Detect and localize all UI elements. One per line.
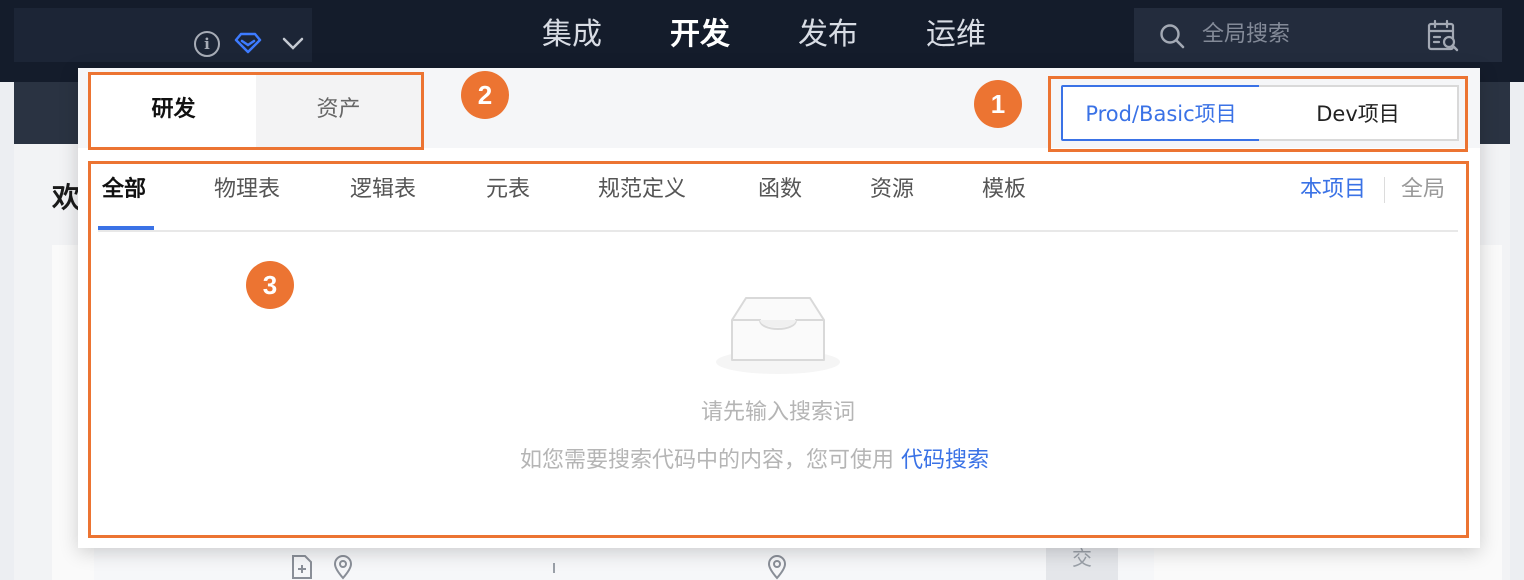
range-current-project[interactable]: 本项目 — [1300, 170, 1366, 210]
nav-development[interactable]: 开发 — [636, 0, 764, 70]
global-search-placeholder: 全局搜索 — [1202, 22, 1291, 47]
type-tab-logical-table[interactable]: 逻辑表 — [350, 170, 416, 210]
type-tab-physical-table[interactable]: 物理表 — [214, 170, 280, 210]
empty-state-hint: 如您需要搜索代码中的内容，您可使用 代码搜索 — [520, 442, 989, 474]
info-icon[interactable]: i — [194, 31, 220, 57]
location-pin-icon[interactable] — [766, 554, 788, 580]
chevron-down-icon[interactable] — [280, 32, 306, 56]
empty-inbox-icon — [716, 297, 840, 374]
search-range-switch: 本项目 全局 — [1300, 170, 1445, 210]
type-tab-resource[interactable]: 资源 — [870, 170, 914, 210]
scope-tab-dev[interactable]: 研发 — [91, 75, 256, 147]
prod-basic-project-button[interactable]: Prod/Basic项目 — [1061, 85, 1261, 141]
scope-tab-assets[interactable]: 资产 — [256, 75, 421, 147]
project-switcher[interactable]: i — [14, 8, 312, 62]
annotation-badge-1: 1 — [974, 80, 1022, 128]
type-tab-standard-definition[interactable]: 规范定义 — [598, 170, 686, 210]
type-tab-template[interactable]: 模板 — [982, 170, 1026, 210]
empty-state-title: 请先输入搜索词 — [700, 400, 855, 425]
scope-tabs: 研发 资产 — [88, 72, 424, 150]
project-toggle: Prod/Basic项目 Dev项目 — [1048, 76, 1468, 152]
diamond-icon — [234, 32, 262, 54]
add-file-icon[interactable] — [290, 554, 314, 580]
nav-operations[interactable]: 运维 — [892, 0, 1020, 70]
type-tab-all[interactable]: 全部 — [102, 170, 146, 210]
page-heading: 欢 — [52, 181, 81, 214]
tabs-divider — [98, 230, 1458, 232]
empty-state-hint-text: 如您需要搜索代码中的内容，您可使用 — [520, 448, 895, 473]
range-separator — [1384, 177, 1386, 203]
range-global[interactable]: 全局 — [1401, 170, 1445, 210]
annotation-badge-2: 2 — [461, 71, 509, 119]
calendar-search-icon[interactable] — [1426, 19, 1460, 53]
nav-integration[interactable]: 集成 — [508, 0, 636, 70]
global-search-box[interactable]: 全局搜索 — [1134, 8, 1502, 62]
search-icon — [1160, 24, 1185, 49]
dev-project-button[interactable]: Dev项目 — [1259, 85, 1459, 141]
location-pin-icon[interactable] — [332, 554, 354, 580]
type-tab-function[interactable]: 函数 — [758, 170, 802, 210]
main-nav: 集成 开发 发布 运维 — [508, 0, 1020, 70]
divider — [553, 563, 555, 573]
code-search-link[interactable]: 代码搜索 — [901, 448, 989, 473]
page-bottom-card — [94, 548, 1154, 580]
type-tab-meta-table[interactable]: 元表 — [486, 170, 530, 210]
nav-release[interactable]: 发布 — [764, 0, 892, 70]
